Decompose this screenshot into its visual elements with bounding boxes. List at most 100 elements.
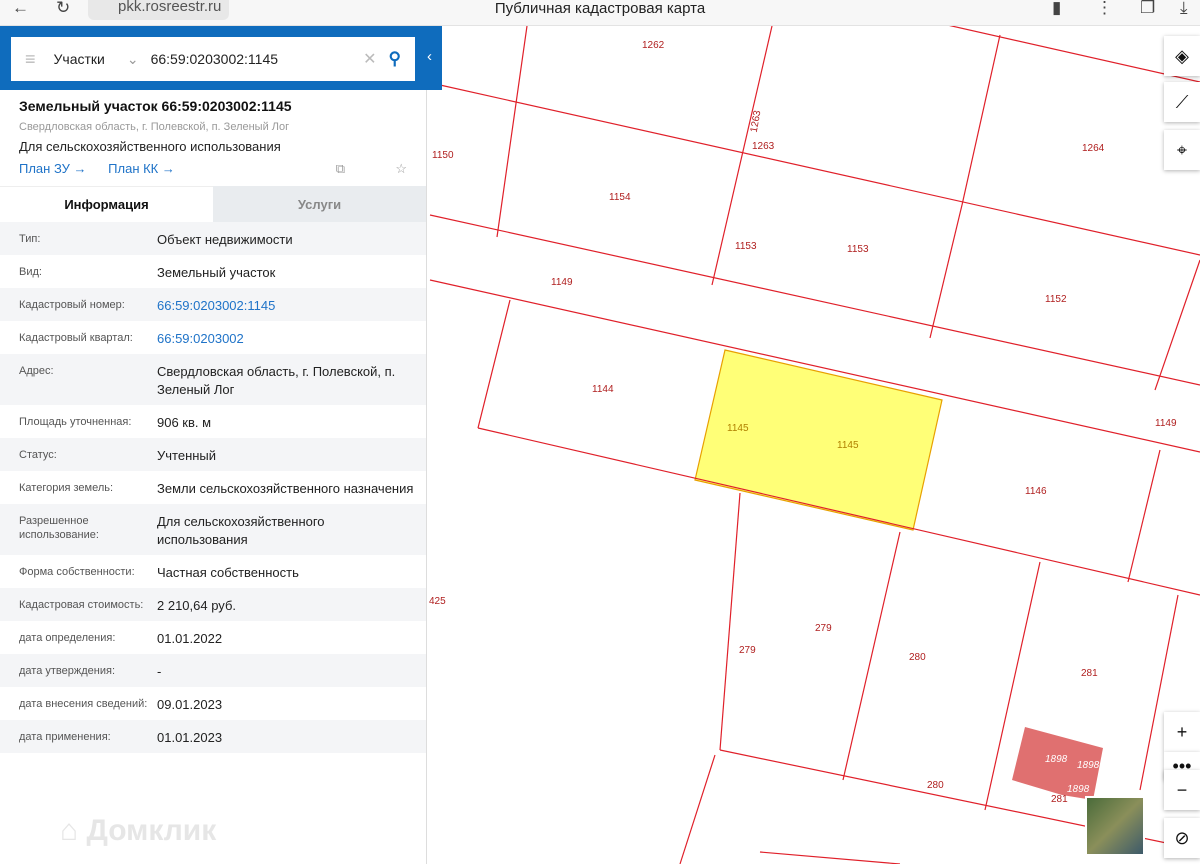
info-row: дата внесения сведений: 09.01.2023 [0, 687, 426, 720]
map[interactable]: 1262 1263 1263 1150 1154 1264 1153 1153 1149 1152… [427, 26, 1200, 864]
info-value: Земельный участок [157, 265, 276, 280]
info-value[interactable]: 66:59:0203002:1145 [157, 297, 416, 321]
parcel-number-label[interactable]: 1153 [847, 244, 869, 255]
parcel-number-label[interactable]: 1146 [1025, 486, 1047, 497]
info-value: Для сельскохозяйственного использования [157, 514, 325, 547]
info-key: Кадастровый номер: [19, 299, 125, 311]
info-key: Форма собственности: [19, 566, 135, 578]
star-icon[interactable]: ☆ [395, 161, 407, 177]
measure-button[interactable]: ⟋ [1164, 82, 1200, 122]
locate-button[interactable]: ⌖ [1164, 130, 1200, 170]
parcel-number-label[interactable]: 1262 [642, 40, 664, 51]
compass-button[interactable]: ⊘ [1164, 818, 1200, 858]
search-icon[interactable]: ⚲ [389, 49, 401, 69]
parcel-number-label[interactable]: 1154 [609, 192, 631, 203]
info-key: дата применения: [19, 731, 111, 743]
info-value: 01.01.2023 [157, 730, 223, 745]
search-input[interactable]: 66:59:0203002:1145 [151, 51, 364, 67]
info-row: Кадастровый номер: 66:59:0203002:1145 [0, 288, 426, 321]
parcel-number-label[interactable]: 279 [815, 623, 832, 634]
download-icon[interactable]: ⤓ [1180, 0, 1188, 18]
info-key: дата утверждения: [19, 665, 116, 677]
parcel-number-label[interactable]: 279 [739, 645, 756, 656]
compass-icon: ⊘ [1174, 827, 1190, 848]
parcel-number-label[interactable]: 1144 [592, 384, 614, 395]
info-row: Кадастровый квартал: 66:59:0203002 [0, 321, 426, 354]
parcel-number-label[interactable]: 1145 [837, 440, 859, 451]
info-key: Разрешенное использование: [19, 515, 99, 541]
parcel-number-label[interactable]: 1149 [1155, 418, 1177, 429]
plan-kk-link[interactable]: План КК → [108, 161, 175, 176]
info-panel: ≡ Участки ⌄ 66:59:0203002:1145 ✕ ⚲ ‹ Зем… [0, 26, 442, 864]
info-key: Кадастровый квартал: [19, 332, 133, 344]
info-value: 906 кв. м [157, 415, 212, 430]
parcel-number-label[interactable]: 280 [909, 652, 926, 663]
extension-icon[interactable]: ❐ [1140, 0, 1155, 18]
satellite-basemap-toggle[interactable] [1085, 796, 1145, 856]
browser-toolbar: ← ↻ pkk.rosreestr.ru Публичная кадастров… [0, 0, 1200, 26]
parcel-number-label[interactable]: 281 [1051, 794, 1068, 805]
info-row: дата определения: 01.01.2022 [0, 621, 426, 654]
menu-icon[interactable]: ⋮ [1096, 0, 1113, 18]
clear-icon[interactable]: ✕ [363, 49, 376, 69]
info-value: 2 210,64 руб. [157, 598, 237, 613]
parcel-number-label[interactable]: 1152 [1045, 294, 1067, 305]
search-bar: ≡ Участки ⌄ 66:59:0203002:1145 ✕ ⚲ ‹ [0, 26, 442, 90]
info-key: дата определения: [19, 632, 116, 644]
info-value: Свердловская область, г. Полевской, п. З… [157, 364, 396, 397]
info-value[interactable]: 66:59:0203002 [157, 330, 416, 354]
info-value: - [157, 664, 162, 679]
info-row: Статус: Учтенный [0, 438, 426, 471]
info-row: дата утверждения: - [0, 654, 426, 687]
layers-button[interactable]: ◈ [1164, 36, 1200, 76]
info-key: Категория земель: [19, 482, 114, 494]
hamburger-icon[interactable]: ≡ [25, 49, 36, 70]
zoom-out-button[interactable]: − [1164, 770, 1200, 810]
parcel-number-label[interactable]: 1150 [432, 150, 454, 161]
parcel-use: Для сельскохозяйственного использования [19, 139, 281, 154]
info-key: Тип: [19, 233, 41, 245]
selected-parcel [694, 349, 943, 531]
parcel-number-label[interactable]: 1264 [1082, 143, 1104, 154]
parcel-number-label[interactable]: 1263 [752, 141, 774, 152]
parcel-number-label[interactable]: 1149 [551, 277, 573, 288]
parcel-number-label[interactable]: 1898 [1067, 784, 1089, 795]
info-value: Объект недвижимости [157, 232, 293, 247]
info-value: Частная собственность [157, 565, 299, 580]
crosshair-icon: ⌖ [1176, 139, 1188, 160]
parcel-number-label[interactable]: 1898 [1045, 754, 1067, 765]
parcel-number-label[interactable]: 1145 [727, 423, 749, 434]
parcel-number-label[interactable]: 425 [429, 596, 446, 607]
search-doc-icon[interactable]: ⧉ [336, 161, 345, 177]
info-value: 09.01.2023 [157, 697, 223, 712]
info-value: Земли сельскохозяйственного назначения [157, 481, 414, 496]
parcel-number-label[interactable]: 280 [927, 780, 944, 791]
info-value: Учтенный [157, 448, 217, 463]
page-title: Публичная кадастровая карта [494, 0, 706, 17]
zoom-in-button[interactable]: + [1164, 712, 1200, 752]
info-row: дата применения: 01.01.2023 [0, 720, 426, 753]
parcel-number-label[interactable]: 281 [1081, 668, 1098, 679]
info-row: Вид: Земельный участок [0, 255, 426, 288]
bookmark-icon[interactable]: ▮ [1052, 0, 1061, 18]
info-value: 01.01.2022 [157, 631, 223, 646]
info-key: Адрес: [19, 365, 54, 377]
category-select[interactable]: Участки [54, 51, 105, 67]
info-row: Площадь уточненная: 906 кв. м [0, 405, 426, 438]
tab-info[interactable]: Информация [0, 186, 213, 222]
info-key: Кадастровая стоимость: [19, 599, 144, 611]
tab-services[interactable]: Услуги [213, 186, 426, 222]
info-key: дата внесения сведений: [19, 698, 148, 710]
chevron-down-icon[interactable]: ⌄ [127, 51, 139, 68]
domclick-watermark: ⌂ Домклик [60, 814, 217, 847]
parcel-number-label[interactable]: 1153 [735, 241, 757, 252]
ruler-icon: ⟋ [1175, 91, 1189, 112]
parcel-number-label[interactable]: 1898 [1077, 760, 1099, 771]
info-row: Разрешенное использование: Для сельскохоз… [0, 504, 426, 555]
info-row: Тип: Объект недвижимости [0, 222, 426, 255]
plan-zu-link[interactable]: План ЗУ → [19, 161, 87, 176]
parcel-address: Свердловская область, г. Полевской, п. З… [19, 121, 290, 133]
info-key: Площадь уточненная: [19, 416, 132, 428]
info-key: Статус: [19, 449, 57, 461]
collapse-panel-icon[interactable]: ‹ [427, 48, 432, 65]
